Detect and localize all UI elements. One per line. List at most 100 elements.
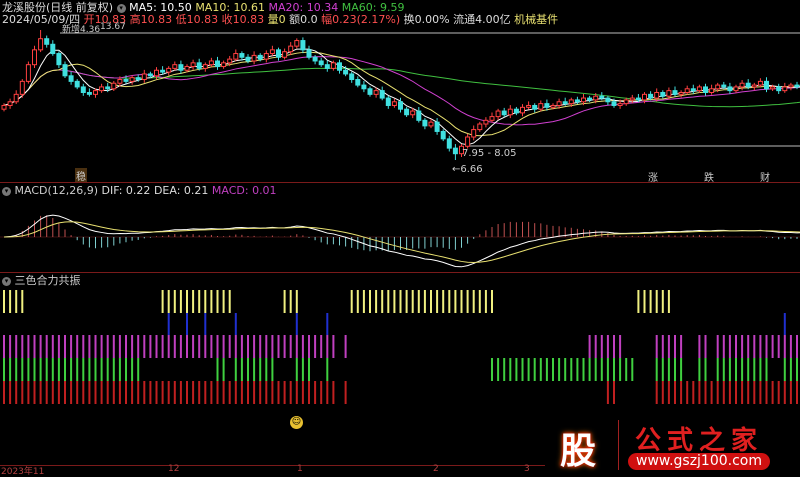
tricolor-bar-green [64,358,66,381]
dropdown-icon[interactable]: ▾ [2,186,11,196]
macd-value: MACD: 0.01 [211,184,277,197]
candle [330,62,336,69]
dropdown-icon[interactable]: ▾ [2,276,11,286]
tricolor-bar-green [491,358,493,381]
tricolor-bar-red [753,381,756,404]
tricolor-bar-red [173,381,176,404]
tricolor-bar-magenta [112,335,115,358]
tricolor-bar-magenta [94,335,97,358]
tricolor-bar-yellow [228,290,231,313]
tricolor-bar-yellow [204,290,207,313]
candle [135,77,141,81]
tricolor-bar-yellow [362,290,365,313]
tricolor-bar-red [295,381,298,404]
tricolor-bar-magenta [33,335,36,358]
candle [282,51,288,58]
tricolor-bar-yellow [649,290,652,313]
candle [385,97,391,106]
ma60-line [3,67,800,108]
candle [74,80,80,88]
tricolor-bar-green [82,358,85,381]
candle [306,49,312,58]
tricolor-bar-yellow [15,290,18,313]
candle [398,101,403,110]
tricolor-bar-green [240,358,243,381]
candle [68,75,74,82]
tricolor-bar-yellow [405,290,408,313]
tricolor-bar-green [112,358,115,381]
x-label: 12 [168,464,180,474]
tricolor-title: 三色合力共振 [14,274,81,287]
tricolor-bar-green [631,358,634,381]
tricolor-bar-green [576,358,579,381]
tricolor-bar-magenta [216,335,219,358]
tricolor-bar-green [271,358,274,381]
tricolor-bar-magenta [716,335,719,358]
candle [56,53,62,66]
candle [245,56,251,62]
tricolor-bar-magenta [594,335,597,358]
tricolor-bar-magenta [789,335,792,358]
candle [32,49,37,66]
tricolor-bar-red [289,381,292,404]
candle [1,104,7,110]
tricolor-bar-magenta [588,335,591,358]
tricolor-bar-red [198,381,201,404]
candle [611,101,617,106]
tricolor-bar-yellow [387,290,390,313]
candle [263,53,269,60]
candle [404,108,410,116]
chart-canvas[interactable] [0,0,800,475]
tricolor-bar-green [88,358,91,381]
tricolor-bar-magenta [149,335,152,358]
candle [105,86,111,90]
tricolor-bar-red [125,381,127,404]
tricolor-bar-magenta [674,335,676,358]
tricolor-bar-magenta [51,335,54,358]
tricolor-bar-red [70,381,73,404]
candle [623,99,629,105]
tricolor-bar-green [735,358,737,381]
tricolor-bar-yellow [350,290,353,313]
tricolor-bar-magenta [21,335,24,358]
candle [117,79,123,84]
panel-divider [0,182,800,183]
tricolor-bar-red [301,381,304,404]
tricolor-bar-green [661,358,664,381]
tricolor-bar-magenta [27,335,30,358]
tricolor-bar-green [564,358,567,381]
tricolor-bar-magenta [771,335,774,358]
tricolor-bar-red [204,381,207,404]
tricolor-bar-yellow [417,290,420,313]
tricolor-bar-green [216,358,219,381]
tricolor-bar-red [27,381,30,404]
tricolor-bar-green [796,358,798,381]
candle [660,91,666,97]
tricolor-bar-magenta [39,335,42,358]
x-label: 3 [524,464,530,474]
tricolor-bar-green [600,358,603,381]
candle [489,116,495,121]
tricolor-bar-magenta [179,335,182,358]
tricolor-bar-green [716,358,719,381]
tricolor-bar-blue [326,313,329,335]
tricolor-bar-yellow [399,290,402,313]
x-label: 2 [433,464,439,474]
candle [599,95,605,99]
tricolor-bar-red [277,381,280,404]
candle [446,138,452,149]
tricolor-bar-red [3,381,5,404]
tricolor-bar-magenta [192,335,195,358]
tricolor-bar-red [661,381,664,404]
tricolor-bar-magenta [314,335,317,358]
candle [215,60,220,68]
candle [495,110,501,118]
tricolor-bar-red [39,381,42,404]
candle [99,86,105,92]
tricolor-bar-magenta [64,335,66,358]
tricolor-bar-red [271,381,274,404]
tricolor-bar-yellow [186,290,188,313]
candle [257,54,263,60]
tricolor-bar-red [161,381,164,404]
tricolor-bar-green [295,358,298,381]
